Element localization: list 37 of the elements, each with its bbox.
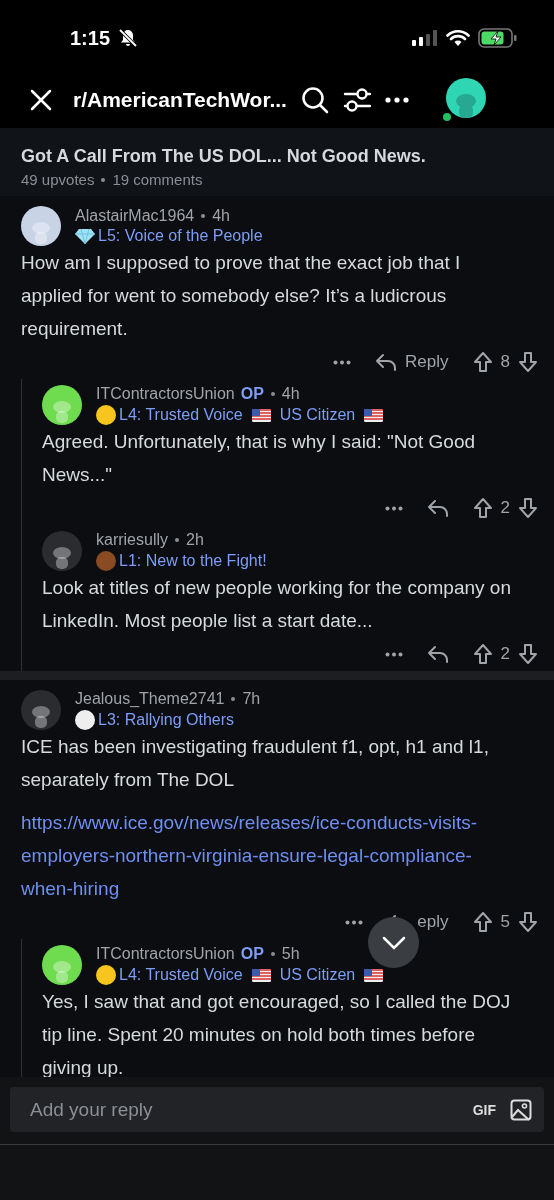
comment-age: 4h <box>281 385 300 403</box>
comment-text: Look at titles of new people working for the company on LinkedIn. Most people list a start date... <box>42 576 512 633</box>
subreddit-name[interactable]: r/AmericanTechWor... <box>73 88 287 112</box>
reply-input-field[interactable]: Add your reply GIF <box>10 1087 544 1132</box>
vote-count: 2 <box>500 498 510 518</box>
op-label: OP <box>240 945 264 963</box>
vote-count: 8 <box>500 352 510 372</box>
user-flair: L4: Trusted Voice <box>119 966 243 984</box>
post-title: Got A Call From The US DOL... Not Good News. <box>21 146 427 167</box>
comment-age: 2h <box>186 531 204 549</box>
username[interactable]: Jealous_Theme2741 <box>75 690 225 708</box>
user-flair: L1: New to the Fight! <box>119 552 267 570</box>
user-flair: L3: Rallying Others <box>98 711 235 729</box>
user-flair: L5: Voice of the People <box>98 227 263 245</box>
username[interactable]: karriesully <box>96 531 168 549</box>
vote-count: 5 <box>500 912 510 932</box>
comment-age: 7h <box>242 690 261 708</box>
user-flair: L4: Trusted Voice <box>119 406 243 424</box>
comment-text: Agreed. Unfortunately, that is why I said: "Not Good News..." <box>42 430 477 487</box>
status-time: 1:15 <box>70 26 111 50</box>
comment-text: ICE has been investigating fraudulent f1, opt, h1 and l1, separately from The DOL <box>21 735 490 792</box>
op-label: OP <box>240 385 264 403</box>
reply-button[interactable]: Reply <box>405 352 449 372</box>
username[interactable]: ITContractorsUnion <box>96 945 235 963</box>
upvote-count: 49 upvotes <box>21 171 95 188</box>
comment-count: 19 comments <box>112 171 203 188</box>
username[interactable]: ITContractorsUnion <box>96 385 235 403</box>
comment-age: 4h <box>212 207 230 225</box>
comment-age: 5h <box>281 945 300 963</box>
comment-link[interactable]: https://www.ice.gov/news/releases/ice-conducts-visits-employers-northern-virginia-ensure-legal-compliance-when-hiring <box>21 806 538 905</box>
reply-button[interactable]: eply <box>417 912 449 932</box>
username[interactable]: AlastairMac1964 <box>75 207 195 225</box>
comment-text: How am I supposed to prove that the exact job that I applied for went to somebody else? It’s a ludicrous requirement. <box>21 251 462 341</box>
user-flair: US Citizen <box>279 406 356 424</box>
user-flair: US Citizen <box>279 966 356 984</box>
gif-button[interactable]: GIF <box>472 1101 496 1118</box>
vote-count: 2 <box>500 644 510 664</box>
